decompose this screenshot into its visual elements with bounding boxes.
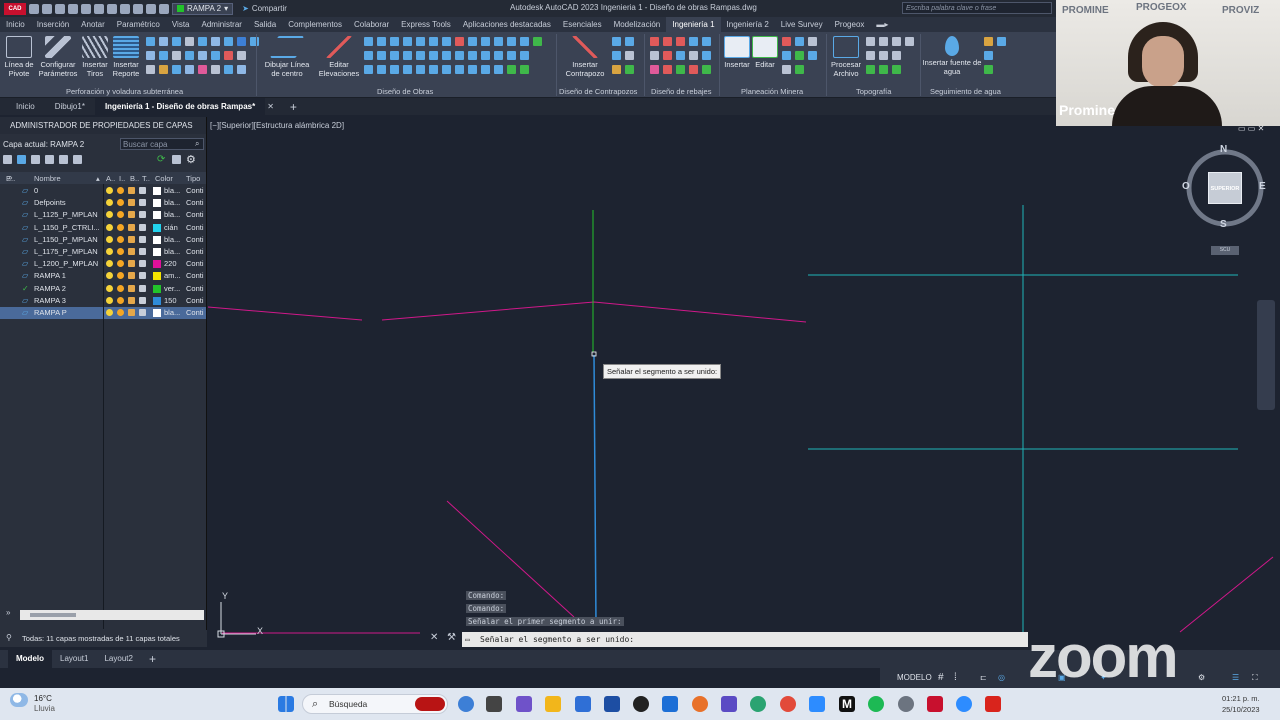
firefox-icon[interactable]: [692, 696, 708, 712]
ramp-polyline-left: [207, 306, 363, 321]
wcs-menu[interactable]: SCU: [1211, 246, 1239, 255]
command-history-line: Señalar el primer segmento a unir:: [466, 617, 624, 626]
autocad-icon[interactable]: [927, 696, 943, 712]
add-layout-icon[interactable]: +: [149, 652, 156, 666]
model-space-toggle[interactable]: MODELO: [897, 668, 932, 688]
dell-icon[interactable]: [633, 696, 649, 712]
command-prompt-text: Señalar el segmento a ser unido:: [480, 635, 635, 644]
weather-desc[interactable]: Lluvia: [34, 704, 55, 713]
webcam-video: PROMINE PROGEOX PROVIZ Promine: [1056, 0, 1280, 126]
customize-icon[interactable]: ☰: [1232, 668, 1239, 688]
taskbar-search-label: Búsqueda: [329, 699, 368, 709]
viewcube-face[interactable]: SUPERIOR: [1208, 172, 1242, 204]
weather-cloud-icon[interactable]: [10, 693, 28, 707]
cursor-tooltip: Señalar el segmento a ser unido:: [603, 364, 722, 379]
calendar-icon[interactable]: [604, 696, 620, 712]
outlook-icon[interactable]: [662, 696, 678, 712]
presenter-shoulders: [1112, 86, 1222, 126]
copilot-icon[interactable]: [458, 696, 474, 712]
compass-west[interactable]: O: [1182, 181, 1190, 192]
chrome-icon[interactable]: [780, 696, 796, 712]
command-history-line: Comando:: [466, 604, 507, 613]
command-prompt-icon: ▭: [465, 635, 470, 644]
task-view-icon[interactable]: [486, 696, 502, 712]
zoom-watermark: zoom: [1028, 623, 1179, 690]
zoom-meeting-icon[interactable]: [956, 696, 972, 712]
fullscreen-icon[interactable]: ⛶: [1252, 668, 1258, 688]
spotify-icon[interactable]: [868, 696, 884, 712]
layout-tab[interactable]: Layout2: [96, 650, 140, 668]
edge-icon[interactable]: [750, 696, 766, 712]
close-icon[interactable]: ✕: [430, 632, 438, 643]
command-line-input[interactable]: ▭ Señalar el segmento a ser unido:: [462, 632, 1028, 647]
command-history-line: Comando:: [466, 591, 507, 600]
settings-icon[interactable]: [898, 696, 914, 712]
logo-progeox: PROGEOX: [1136, 2, 1187, 13]
weather-temp[interactable]: 16°C: [34, 694, 52, 703]
file-explorer-icon[interactable]: [545, 696, 561, 712]
logo-proviz: PROVIZ: [1222, 5, 1260, 16]
ramp-polyline-center: [381, 301, 807, 323]
compass-north[interactable]: N: [1220, 144, 1227, 155]
clock-date[interactable]: 25/10/2023: [1222, 705, 1260, 714]
snap-grid-icon[interactable]: ⁞: [954, 668, 957, 688]
workspace-gear-icon[interactable]: ⚙: [1198, 668, 1205, 688]
zoom-app-icon[interactable]: [809, 696, 825, 712]
navigation-bar[interactable]: [1257, 300, 1275, 410]
clock-time[interactable]: 01:21 p. m.: [1222, 694, 1260, 703]
ucs-x-label: X: [257, 626, 264, 636]
ramp-diagonal-right: [1179, 556, 1274, 633]
compass-south[interactable]: S: [1220, 219, 1227, 230]
polar-tracking-icon[interactable]: ◎: [998, 668, 1005, 688]
teams-icon[interactable]: [721, 696, 737, 712]
taskbar: 16°C Lluvia ⌕ Búsqueda M 01:21 p. m. 25/…: [0, 688, 1280, 720]
viewport-window-controls[interactable]: ▭ ▭ ✕: [1238, 124, 1264, 133]
acrobat-icon[interactable]: [985, 696, 1001, 712]
grid-icon[interactable]: #: [938, 668, 944, 688]
ucs-y-label: Y: [222, 591, 229, 601]
wrench-icon[interactable]: ⚒: [447, 632, 456, 643]
store-icon[interactable]: [575, 696, 591, 712]
presenter-face: [1142, 36, 1184, 88]
layout-tab[interactable]: Layout1: [52, 650, 96, 668]
search-highlight-icon: [415, 697, 445, 711]
taskbar-search[interactable]: ⌕ Búsqueda: [302, 694, 448, 714]
participant-name: Promine: [1059, 102, 1116, 118]
teams-chat-icon[interactable]: [516, 696, 532, 712]
blue-vertical-line: [593, 354, 597, 626]
windows-start-icon[interactable]: [278, 696, 294, 712]
search-icon: ⌕: [312, 698, 319, 710]
m-app-icon[interactable]: M: [839, 696, 855, 712]
logo-promine: PROMINE: [1062, 5, 1109, 16]
layout-tab[interactable]: Modelo: [8, 650, 52, 668]
compass-east[interactable]: E: [1259, 181, 1266, 192]
ortho-icon[interactable]: ⊏: [980, 668, 987, 688]
